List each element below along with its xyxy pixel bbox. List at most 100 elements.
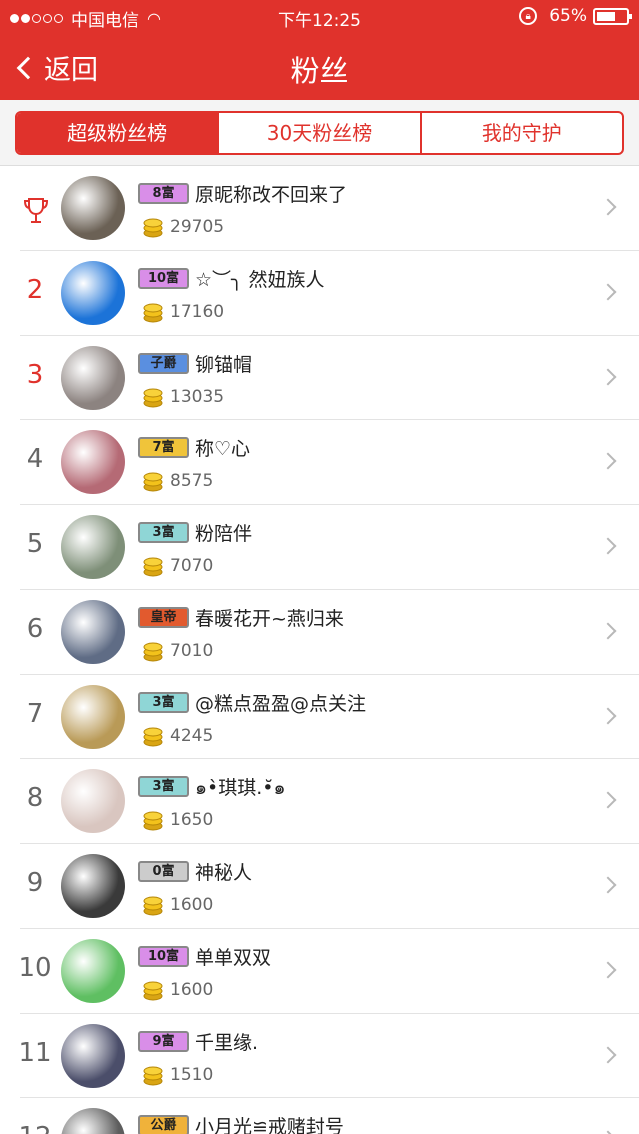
level-badge: 10富 <box>138 945 189 967</box>
fan-row[interactable]: 3 子爵 铆锚帽 13035 <box>0 336 639 421</box>
chevron-right-icon <box>599 452 617 470</box>
level-badge: 子爵 <box>138 352 189 374</box>
avatar <box>61 515 125 579</box>
chevron-right-icon <box>599 537 617 555</box>
fan-nickname: 小月光≌戒赌封号 <box>195 1116 344 1134</box>
fan-row[interactable]: 8 3富 ๑•̀琪琪.•̆๑ 1650 <box>0 759 639 844</box>
fan-nickname: @糕点盈盈@点关注 <box>195 692 367 715</box>
fan-row[interactable]: 10 10富 单单双双 1600 <box>0 929 639 1014</box>
rank-number: 11 <box>18 1037 52 1068</box>
coin-count: 13035 <box>170 386 225 407</box>
avatar <box>61 260 125 325</box>
level-badge: 7富 <box>138 437 189 459</box>
level-badge: 3富 <box>138 522 189 543</box>
fan-nickname: 春暖花开~燕归来 <box>195 607 344 630</box>
tab-super-fans[interactable]: 超级粉丝榜 <box>17 113 218 153</box>
rank-number: 6 <box>26 613 44 644</box>
rank-number: 8 <box>26 783 44 814</box>
level-badge: 8富 <box>138 183 189 204</box>
fan-ranking-list: 8富 原昵称改不回来了 29705 2 10富 ☆︶╮ 然妞族人 17160 3… <box>0 166 639 1134</box>
coin-count: 7070 <box>170 556 214 576</box>
rank-number: 3 <box>26 359 44 390</box>
rank-number: 5 <box>26 529 44 559</box>
coin-count: 1600 <box>170 895 214 915</box>
coin-count: 1650 <box>170 810 214 831</box>
level-badge: 3富 <box>138 776 189 798</box>
coin-icon <box>143 303 163 323</box>
coin-icon <box>143 896 163 916</box>
coin-icon <box>143 388 163 407</box>
fan-nickname: 称♡心 <box>195 438 251 461</box>
fan-nickname: 原昵称改不回来了 <box>195 184 348 206</box>
fan-row[interactable]: 11 9富 千里缘. 1510 <box>0 1014 639 1099</box>
chevron-right-icon <box>599 283 617 301</box>
fan-nickname: 神秘人 <box>195 862 253 884</box>
level-badge: 9富 <box>138 1030 189 1052</box>
fan-row[interactable]: 2 10富 ☆︶╮ 然妞族人 17160 <box>0 251 639 336</box>
avatar <box>61 684 125 749</box>
avatar <box>61 1108 125 1134</box>
coin-count: 7010 <box>170 640 214 661</box>
fan-row[interactable]: 8富 原昵称改不回来了 29705 <box>0 166 639 251</box>
status-bar: 中国电信 ◠ 下午12:25 🔒︎ 65% <box>0 0 639 34</box>
coin-count: 17160 <box>170 301 225 322</box>
fan-row[interactable]: 6 皇帝 春暖花开~燕归来 7010 <box>0 590 639 675</box>
fan-nickname: 单单双双 <box>195 946 272 969</box>
header-bar: 中国电信 ◠ 下午12:25 🔒︎ 65% 返回 粉丝 <box>0 0 639 100</box>
coin-count: 29705 <box>170 217 225 237</box>
fan-row[interactable]: 7 3富 @糕点盈盈@点关注 4245 <box>0 675 639 760</box>
coin-icon <box>143 727 163 746</box>
coin-icon <box>143 472 163 492</box>
avatar <box>61 769 125 834</box>
coin-icon <box>143 218 163 238</box>
fan-nickname: 粉陪伴 <box>195 523 253 545</box>
fan-row[interactable]: 12 公爵 小月光≌戒赌封号 <box>0 1098 639 1134</box>
coin-count: 1510 <box>170 1064 214 1085</box>
battery-icon <box>593 7 632 25</box>
chevron-right-icon <box>599 876 617 894</box>
fan-nickname: ๑•̀琪琪.•̆๑ <box>195 777 286 800</box>
rank-number: 12 <box>0 1122 70 1134</box>
avatar <box>61 345 125 410</box>
rotation-lock-icon: 🔒︎ <box>519 7 538 25</box>
chevron-right-icon <box>599 1046 617 1063</box>
fan-row[interactable]: 4 7富 称♡心 8575 <box>0 420 639 505</box>
tab-my-guardians[interactable]: 我的守护 <box>419 113 622 153</box>
chevron-right-icon <box>599 707 617 724</box>
chevron-right-icon <box>599 368 617 385</box>
avatar <box>61 854 125 918</box>
tab-30-day-fans[interactable]: 30天粉丝榜 <box>217 113 419 153</box>
coin-count: 1600 <box>170 979 214 1000</box>
rank-number: 4 <box>26 444 44 475</box>
coin-icon <box>143 981 163 1001</box>
coin-icon <box>143 811 163 831</box>
chevron-right-icon <box>599 961 617 979</box>
rank-number: 9 <box>26 868 44 898</box>
rank-number: 10 <box>18 952 52 983</box>
fan-row[interactable]: 5 3富 粉陪伴 7070 <box>0 505 639 590</box>
coin-count: 8575 <box>170 471 214 492</box>
fan-nickname: 铆锚帽 <box>195 353 253 376</box>
fan-row[interactable]: 9 0富 神秘人 1600 <box>0 844 639 929</box>
rank-number: 7 <box>26 698 44 729</box>
fan-nickname: 千里缘. <box>195 1031 259 1054</box>
navigation-bar: 返回 粉丝 <box>0 34 639 100</box>
coin-icon <box>143 1066 163 1085</box>
coin-icon <box>143 557 163 577</box>
avatar <box>61 1023 125 1088</box>
level-badge: 10富 <box>138 267 189 289</box>
rank-number: 2 <box>26 274 44 305</box>
segmented-tabs: 超级粉丝榜 30天粉丝榜 我的守护 <box>15 111 624 155</box>
chevron-right-icon <box>599 791 617 809</box>
page-title: 粉丝 <box>290 54 349 88</box>
level-badge: 3富 <box>138 691 189 713</box>
level-badge: 公爵 <box>138 1115 189 1134</box>
tabs-bar: 超级粉丝榜 30天粉丝榜 我的守护 <box>0 100 639 166</box>
avatar <box>61 599 125 664</box>
level-badge: 皇帝 <box>138 606 189 628</box>
avatar <box>61 938 125 1003</box>
chevron-right-icon <box>599 622 617 640</box>
fan-nickname: ☆︶╮ 然妞族人 <box>195 268 325 291</box>
battery-percent: 65% <box>549 6 587 26</box>
avatar <box>61 176 125 240</box>
